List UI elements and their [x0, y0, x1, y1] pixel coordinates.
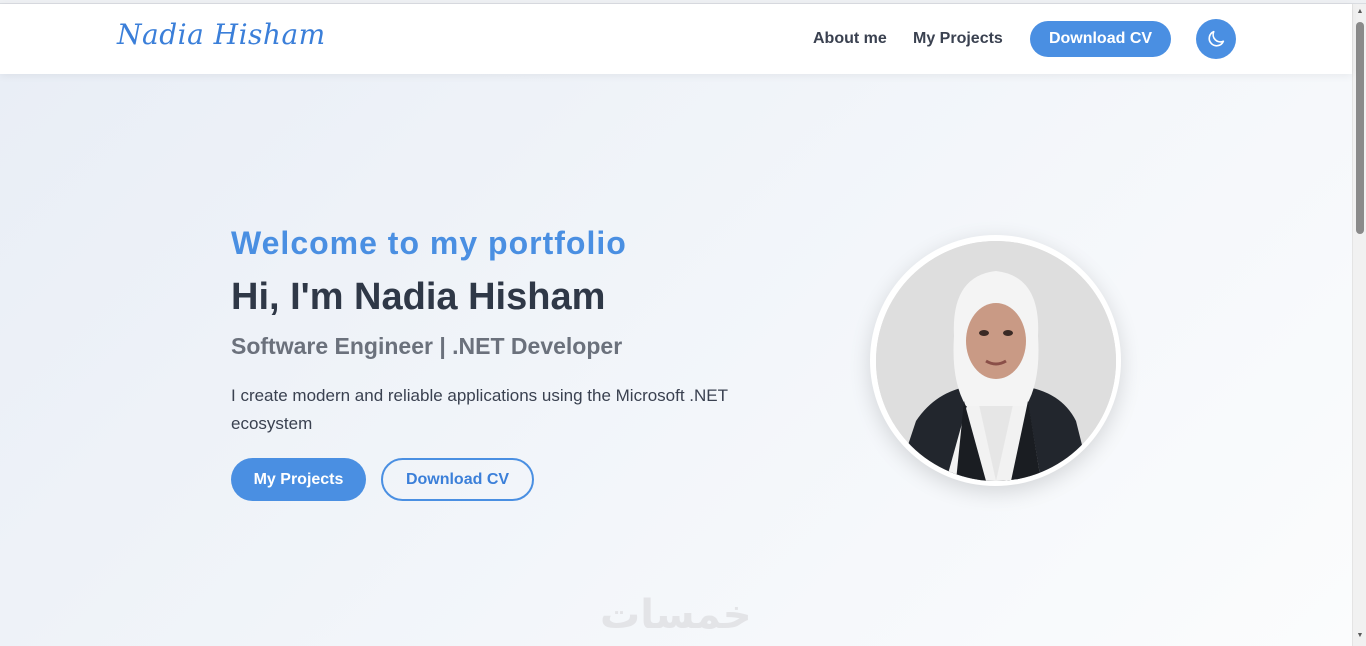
theme-toggle-button[interactable]	[1196, 19, 1236, 59]
profile-photo-frame	[870, 235, 1121, 486]
my-projects-button[interactable]: My Projects	[231, 458, 366, 501]
download-cv-button[interactable]: Download CV	[381, 458, 534, 501]
hero-description: I create modern and reliable application…	[231, 386, 728, 433]
scroll-thumb[interactable]	[1356, 22, 1364, 234]
hero-role: Software Engineer | .NET Developer	[231, 333, 623, 359]
page-scrollbar[interactable]: ▲ ▼	[1352, 4, 1366, 646]
scroll-up-arrow-icon[interactable]: ▲	[1356, 8, 1364, 16]
hero-section: Welcome to my portfolio Hi, I'm Nadia Hi…	[0, 74, 1352, 646]
nav-download-cv-button[interactable]: Download CV	[1030, 21, 1171, 57]
brand-logo[interactable]: Nadia Hisham	[117, 18, 326, 51]
hero-headline: Hi, I'm Nadia Hisham	[231, 276, 606, 318]
nav-link-about[interactable]: About me	[813, 30, 887, 48]
moon-icon	[1208, 30, 1225, 47]
nav-link-projects[interactable]: My Projects	[913, 30, 1003, 48]
watermark-logo: خمسات	[600, 592, 752, 638]
profile-photo	[875, 240, 1116, 481]
welcome-heading: Welcome to my portfolio	[231, 225, 627, 261]
navbar: Nadia Hisham About me My Projects Downlo…	[0, 4, 1352, 74]
scroll-down-arrow-icon[interactable]: ▼	[1356, 632, 1364, 640]
